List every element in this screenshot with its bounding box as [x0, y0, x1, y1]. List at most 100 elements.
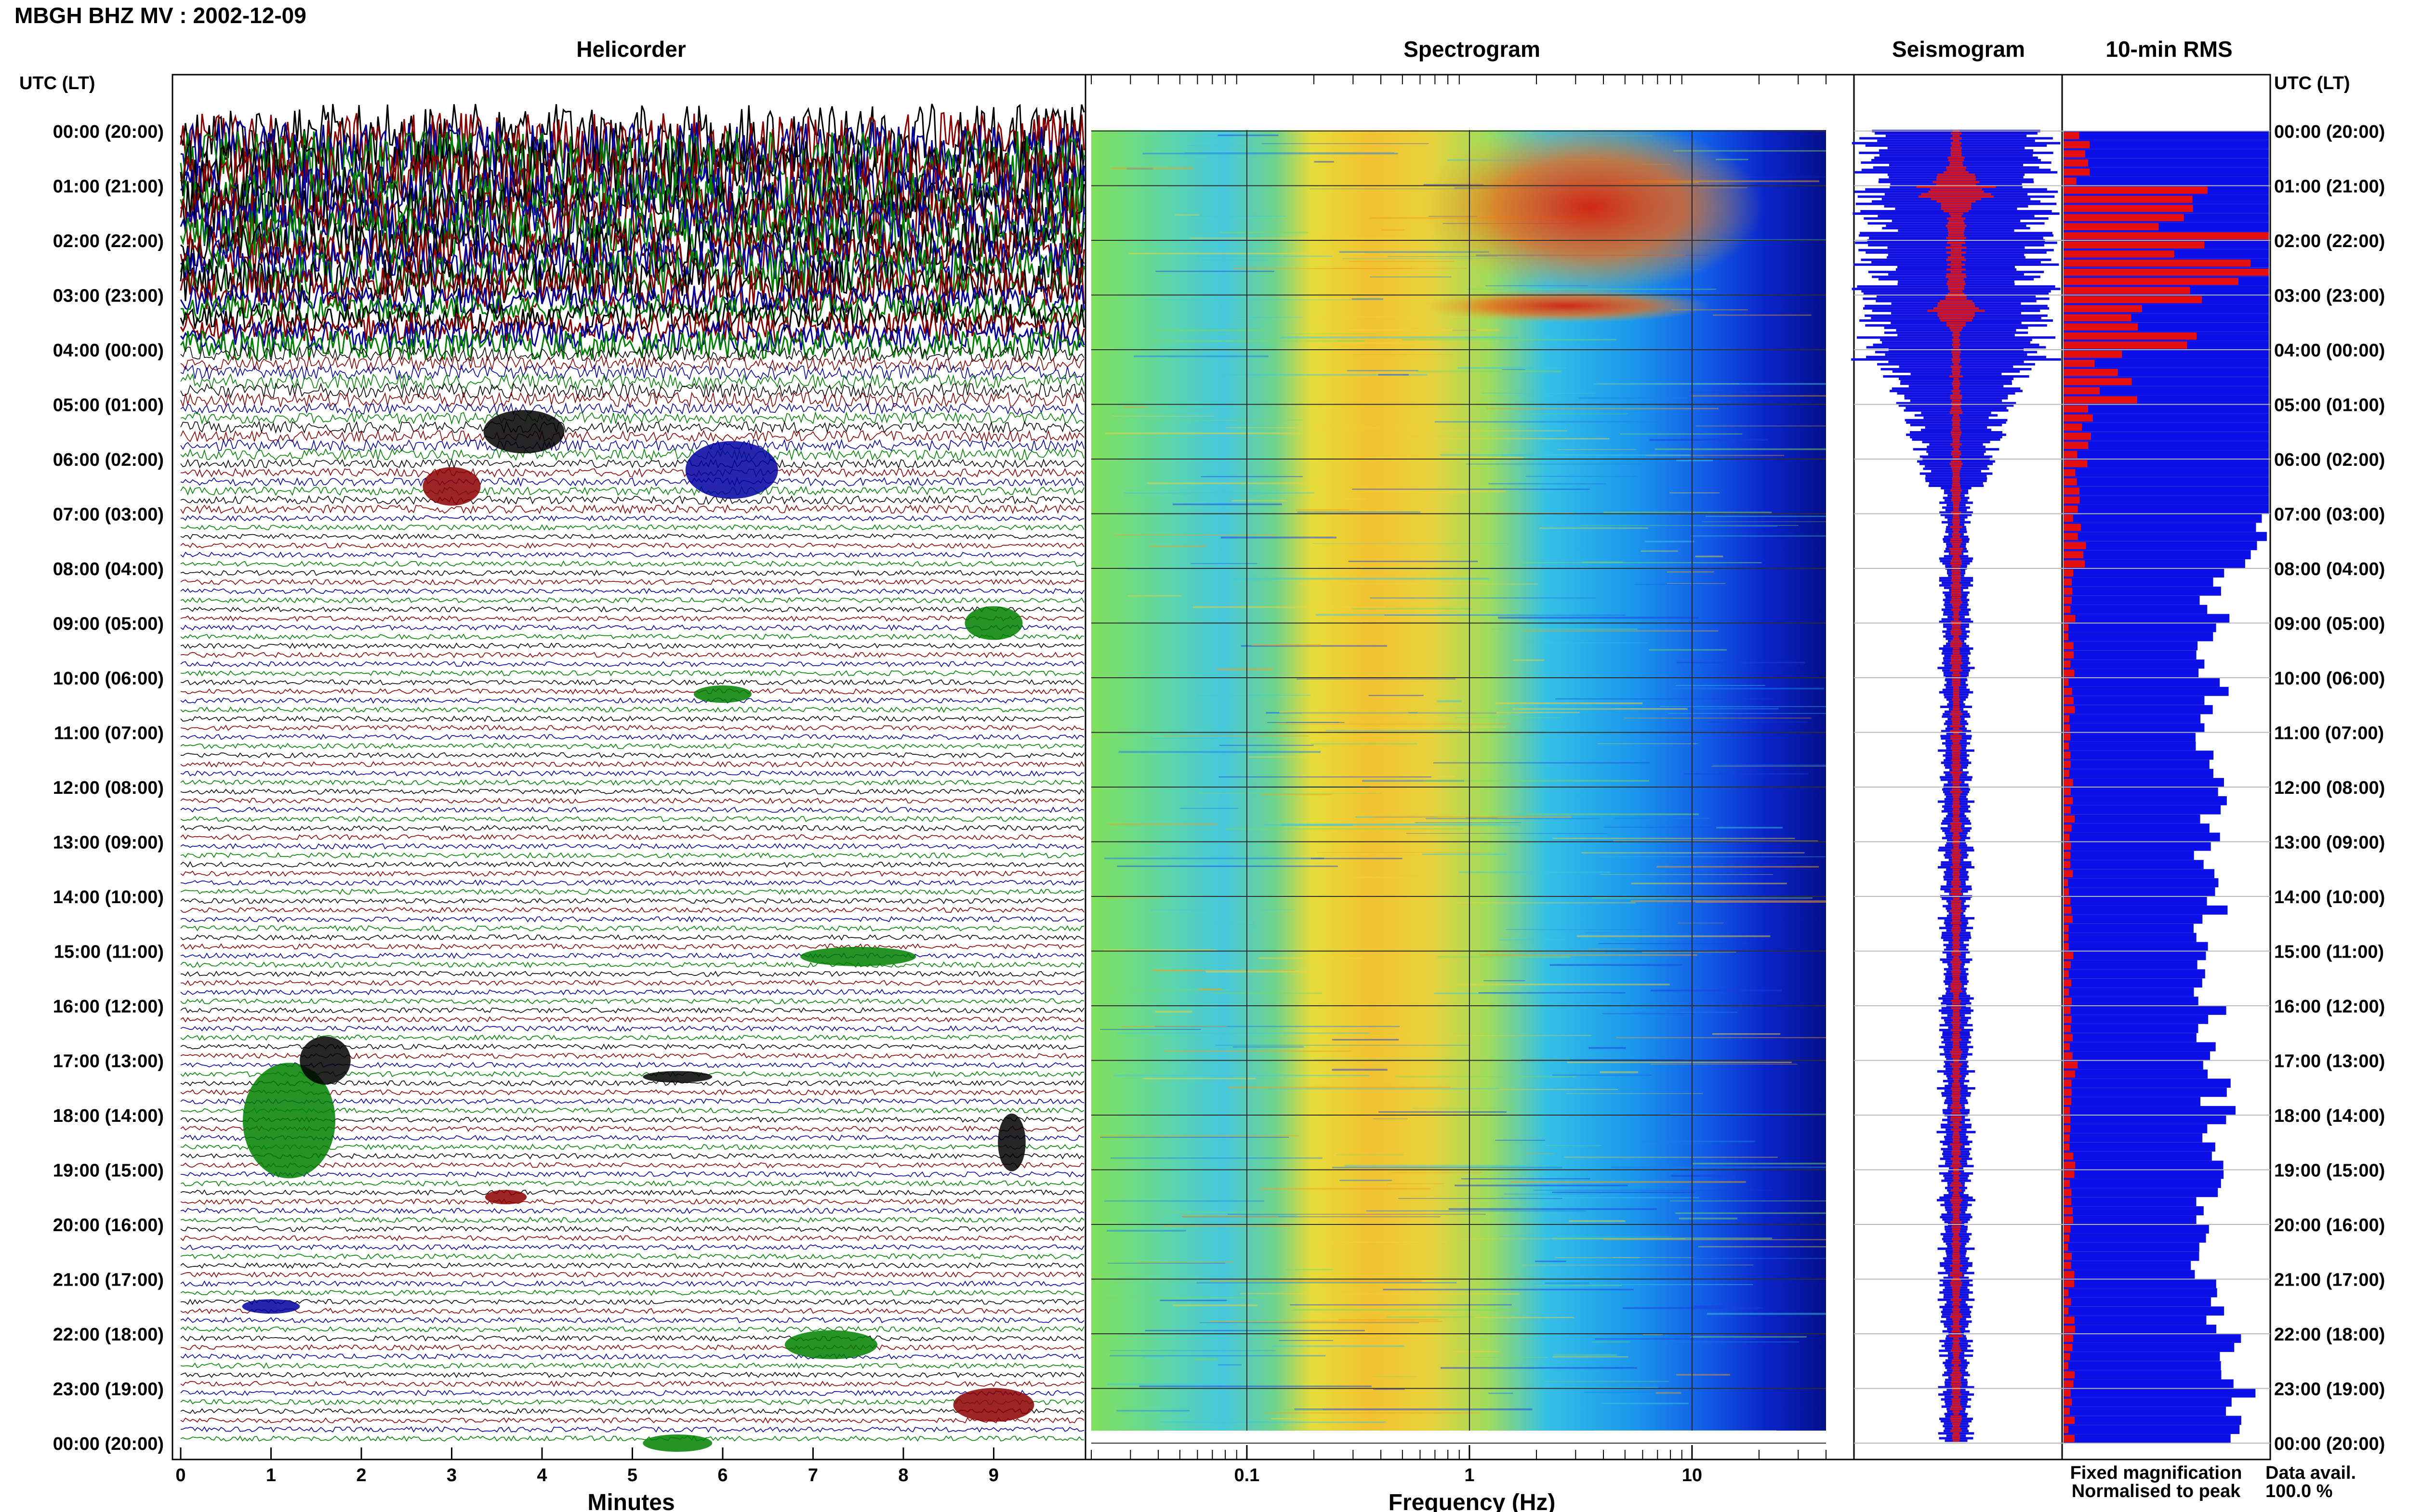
rms-red-bar [2064, 633, 2068, 641]
rms-red-bar [2064, 368, 2118, 376]
rms-red-bar [2064, 332, 2197, 340]
spectrogram-streak [1332, 1167, 1562, 1169]
rms-red-bar [2064, 1034, 2073, 1041]
spectrogram-streak [1145, 1330, 1365, 1331]
rms-red-bar [2064, 1070, 2075, 1078]
spectrogram-streak [1370, 276, 1452, 277]
hour-label-left: 08:00 (04:00) [53, 559, 164, 579]
rms-red-bar [2064, 924, 2069, 932]
figure: MBGH BHZ MV : 2002-12-09 Helicorder Spec… [14, 3, 2385, 1512]
spectrogram-streak [1603, 512, 1772, 513]
rms-blue-bar [2064, 987, 2194, 997]
rms-blue-bar [2064, 1434, 2231, 1443]
rms-red-bar [2064, 314, 2131, 322]
rms-red-bar [2064, 132, 2079, 139]
spectrogram-streak [1644, 540, 1694, 542]
spectrogram-streak [1104, 1200, 1264, 1202]
spectrogram-streak [1614, 817, 1709, 819]
rms-blue-bar [2064, 1361, 2221, 1370]
hour-label-left: 02:00 (22:00) [53, 231, 164, 251]
hour-label-right: 22:00 (18:00) [2274, 1325, 2385, 1345]
minutes-tick-label: 3 [447, 1465, 457, 1486]
rms-blue-bar [2064, 167, 2269, 177]
spectrogram-streak [1381, 229, 1404, 231]
rms-blue-bar [2064, 1388, 2256, 1398]
spectrogram-streak [1196, 1282, 1456, 1284]
spectrogram-streak [1640, 1258, 1826, 1259]
spectrogram-streak [1491, 629, 1638, 630]
spectrogram-streak [1251, 644, 1321, 646]
rms-blue-bar [2064, 1407, 2226, 1416]
rms-red-bar [2064, 223, 2159, 231]
rms-red-bar [2064, 378, 2132, 385]
rms-red-bar [2064, 250, 2174, 258]
spectrogram-streak [1352, 608, 1472, 610]
rms-red-bar [2064, 852, 2071, 859]
spectrogram-streak [1174, 214, 1200, 216]
rms-blue-bar [2064, 459, 2269, 468]
spectrogram-streak [1189, 237, 1407, 239]
hour-label-left: 09:00 (05:00) [53, 614, 164, 634]
rms-blue-bar [2064, 787, 2218, 796]
spectrogram-streak [1473, 1357, 1548, 1358]
hour-label-left: 00:00 (20:00) [53, 122, 164, 142]
helicorder-event [953, 1388, 1034, 1422]
rms-red-bar [2064, 624, 2068, 631]
rms-blue-bar [2064, 1379, 2234, 1389]
spectrogram-streak [1297, 678, 1456, 680]
spectrogram-streak [1598, 743, 1698, 744]
spectrogram-streak [1437, 956, 1571, 958]
spectrogram-streak [1481, 393, 1596, 394]
rms-blue-bar [2064, 914, 2203, 924]
hour-label-left: 11:00 (07:00) [54, 723, 164, 744]
spectrogram-streak [1279, 1340, 1333, 1341]
rms-blue-bar [2064, 1006, 2226, 1015]
hour-label-left: 10:00 (06:00) [53, 669, 164, 689]
rms-blue-bar [2064, 1078, 2231, 1088]
rms-blue-bar [2064, 1251, 2199, 1261]
spectrogram-streak [1332, 1068, 1388, 1071]
spectrogram-streak [1151, 738, 1240, 739]
rms-red-bar [2064, 651, 2074, 659]
spectrogram-streak [1437, 700, 1462, 702]
frequency-tick-label: 10 [1682, 1465, 1702, 1486]
hour-label-right: 15:00 (11:00) [2274, 942, 2384, 962]
rms-blue-bar [2064, 140, 2269, 149]
spectrogram-streak [1110, 1355, 1325, 1356]
spectrogram-streak [1650, 1064, 1798, 1065]
spectrogram-streak [1387, 1183, 1444, 1184]
spectrogram-streak [1314, 161, 1334, 163]
legend-normalised-to-peak: Normalised to peak [2072, 1481, 2241, 1501]
spectrogram-streak [1160, 1300, 1227, 1302]
hour-label-right: 08:00 (04:00) [2274, 559, 2385, 579]
rms-red-bar [2064, 1189, 2072, 1196]
spectrogram-streak [1260, 1188, 1430, 1190]
rms-blue-bar [2064, 541, 2257, 551]
rms-red-bar [2064, 1098, 2071, 1105]
rms-red-bar [2064, 387, 2100, 394]
minutes-tick-label: 7 [808, 1465, 818, 1486]
hour-label-left: 05:00 (01:00) [53, 395, 164, 416]
spectrogram-streak [1631, 882, 1787, 884]
rms-blue-bar [2064, 1033, 2197, 1042]
spectrogram-streak [1416, 370, 1562, 372]
rms-red-bar [2064, 1280, 2074, 1288]
hour-label-left: 00:00 (20:00) [53, 1434, 164, 1454]
rms-red-bar [2064, 806, 2071, 814]
spectrogram-streak [1457, 367, 1566, 369]
rms-blue-bar [2064, 1014, 2209, 1024]
spectrogram-streak [1691, 1336, 1807, 1338]
rms-blue-bar [2064, 641, 2198, 651]
spectrogram-streak [1197, 695, 1311, 696]
spectrogram-streak [1368, 695, 1424, 696]
spectrogram-streak [1193, 606, 1385, 608]
spectrogram-streak [1602, 1403, 1689, 1405]
rms-blue-bar [2064, 1279, 2216, 1288]
hour-label-left: 12:00 (08:00) [53, 778, 164, 798]
rms-red-bar [2064, 342, 2187, 349]
hour-label-right: 10:00 (06:00) [2274, 669, 2385, 689]
rms-red-bar [2064, 514, 2073, 522]
rms-red-bar [2064, 1243, 2068, 1251]
spectrogram-streak [1347, 370, 1418, 371]
spectrogram-streak [1143, 1078, 1256, 1079]
